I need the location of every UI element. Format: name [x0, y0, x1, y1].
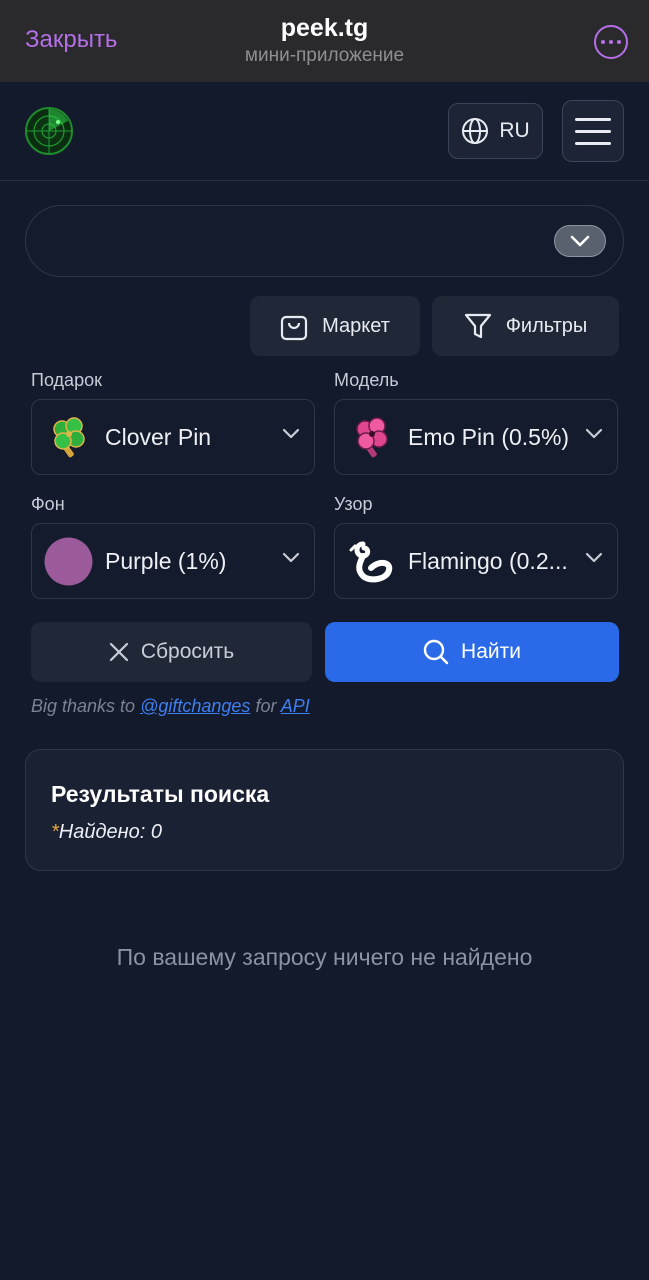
- market-button[interactable]: Маркет: [250, 296, 420, 356]
- gift-label: Подарок: [31, 370, 102, 390]
- shopping-bag-icon: [281, 315, 308, 341]
- results-title: Результаты поиска: [51, 781, 270, 807]
- reset-label: Сбросить: [140, 640, 235, 663]
- filters-button[interactable]: Фильтры: [432, 296, 619, 356]
- gift-value: Clover Pin: [105, 424, 212, 450]
- model-value: Emo Pin (0.5%): [408, 424, 570, 450]
- results-count: *Найдено: 0: [51, 821, 162, 844]
- reset-button[interactable]: Сбросить: [31, 622, 312, 682]
- chevron-down-icon: [570, 235, 590, 247]
- clover-pin-icon: [53, 417, 85, 458]
- flamingo-icon: [349, 541, 393, 583]
- gift-select[interactable]: Clover Pin: [31, 399, 315, 475]
- emo-pin-icon: [356, 417, 388, 458]
- market-label: Маркет: [322, 314, 390, 337]
- funnel-icon: [464, 313, 491, 339]
- language-button[interactable]: RU: [448, 103, 543, 159]
- color-swatch: [44, 537, 93, 586]
- pattern-value: Flamingo (0.2...: [408, 548, 568, 574]
- results-card: Результаты поиска *Найдено: 0: [25, 749, 624, 871]
- find-label: Найти: [461, 640, 521, 663]
- chevron-down-icon: [282, 552, 300, 563]
- chevron-down-icon: [585, 552, 603, 563]
- results-found-label: Найдено: 0: [58, 821, 163, 843]
- credits-line: Big thanks to @giftchanges for API: [31, 696, 310, 717]
- hamburger-menu-icon[interactable]: [562, 100, 624, 162]
- find-button[interactable]: Найти: [325, 622, 619, 682]
- app-header: RU: [0, 82, 649, 181]
- chevron-down-icon: [585, 428, 603, 439]
- pattern-select[interactable]: Flamingo (0.2...: [334, 523, 618, 599]
- api-link[interactable]: API: [281, 696, 310, 716]
- search-bar[interactable]: [25, 205, 624, 277]
- search-icon: [423, 639, 449, 665]
- background-select[interactable]: Purple (1%): [31, 523, 315, 599]
- miniapp-title-block: peek.tg мини-приложение: [0, 14, 649, 67]
- empty-results-message: По вашему запросу ничего не найдено: [116, 944, 533, 970]
- background-value: Purple (1%): [105, 548, 227, 574]
- expand-toggle[interactable]: [554, 225, 606, 257]
- more-options-icon[interactable]: [594, 25, 628, 59]
- required-star: *: [51, 821, 59, 843]
- filters-label: Фильтры: [505, 314, 588, 337]
- background-label: Фон: [31, 494, 65, 514]
- giftchanges-link[interactable]: @giftchanges: [140, 696, 250, 716]
- model-select[interactable]: Emo Pin (0.5%): [334, 399, 618, 475]
- miniapp-topbar: Закрыть peek.tg мини-приложение: [0, 0, 649, 82]
- globe-icon: [462, 118, 489, 144]
- pattern-label: Узор: [334, 494, 373, 514]
- miniapp-title: peek.tg: [280, 14, 369, 42]
- credits-middle: for: [255, 696, 277, 716]
- miniapp-subtitle: мини-приложение: [244, 45, 405, 66]
- radar-icon[interactable]: [25, 107, 73, 155]
- model-label: Модель: [334, 370, 399, 390]
- close-icon: [109, 642, 128, 662]
- credits-prefix: Big thanks to: [31, 696, 136, 716]
- chevron-down-icon: [282, 428, 300, 439]
- language-label: RU: [499, 119, 530, 142]
